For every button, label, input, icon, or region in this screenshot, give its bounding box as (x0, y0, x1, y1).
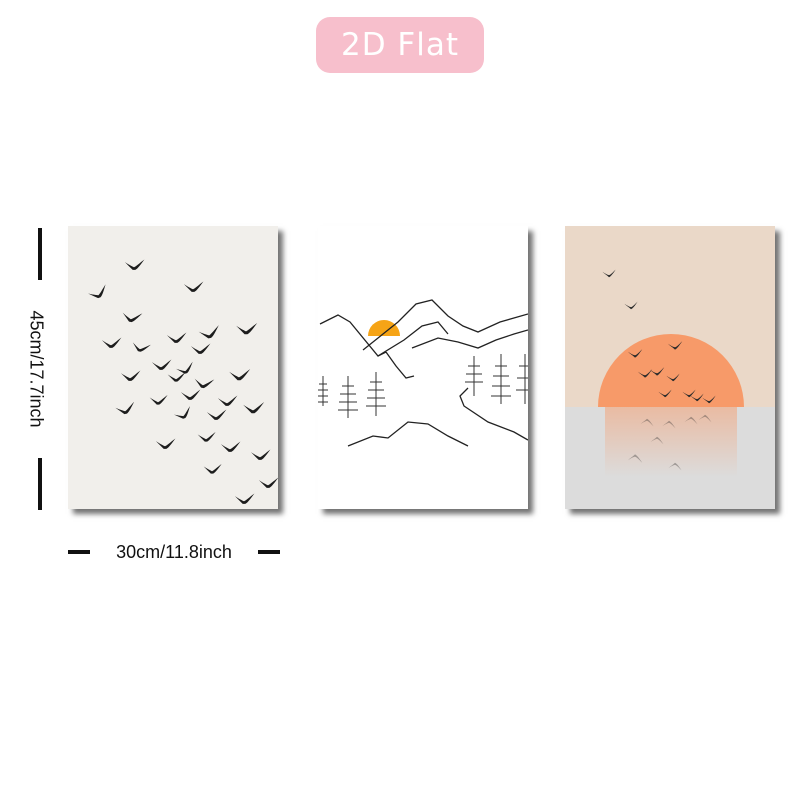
mountain-artwork (318, 226, 528, 509)
sunset-birds-print (565, 226, 775, 509)
width-line-right (258, 550, 280, 554)
birds-flock-print (68, 226, 278, 509)
width-line-left (68, 550, 90, 554)
birds-flock-artwork (68, 226, 278, 509)
height-line-bottom (38, 458, 42, 510)
style-badge-label: 2D Flat (340, 27, 460, 63)
height-dimension-label: 45cm/17.7inch (26, 310, 47, 428)
width-dimension-line: 30cm/11.8inch (68, 541, 280, 563)
sunset-artwork (565, 226, 775, 509)
width-dimension-label: 30cm/11.8inch (116, 542, 232, 562)
height-line-top (38, 228, 42, 280)
style-badge: 2D Flat (316, 17, 484, 73)
mountain-line-art-print (318, 226, 528, 509)
